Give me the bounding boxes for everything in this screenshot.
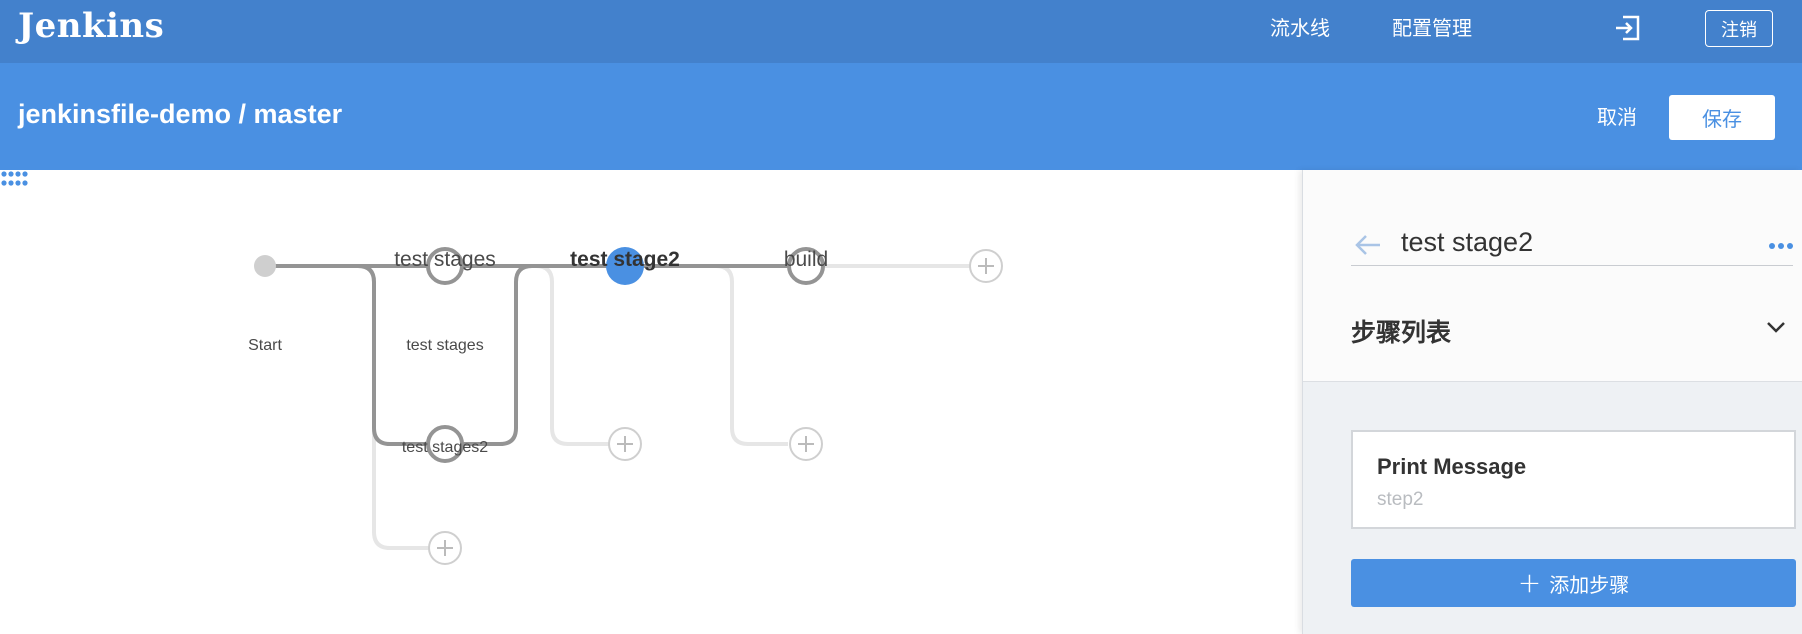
start-node bbox=[254, 255, 276, 277]
stage-name-input[interactable] bbox=[1351, 220, 1793, 266]
step-subtitle: step2 bbox=[1377, 489, 1424, 510]
node-label-test-stages2: test stages2 bbox=[401, 439, 489, 456]
add-step-label: 添加步骤 bbox=[1549, 572, 1630, 597]
step-title: Print Message bbox=[1377, 454, 1527, 479]
add-step-button[interactable]: + 添加步骤 bbox=[1351, 559, 1796, 607]
cancel-button[interactable]: 取消 bbox=[1597, 101, 1637, 130]
pipeline-graph-canvas: test stages test stage2 build Start test… bbox=[0, 170, 1302, 634]
exit-icon[interactable] bbox=[1613, 13, 1643, 43]
add-parallel-stage1-button bbox=[428, 531, 462, 565]
drag-handle-icon[interactable] bbox=[0, 170, 28, 188]
stage-title-build[interactable]: build bbox=[784, 248, 828, 272]
pipeline-graph bbox=[254, 247, 1003, 565]
stage-config-panel: 步骤列表 Print Message step2 + 添加步骤 bbox=[1302, 170, 1802, 634]
node-label-test-stages: test stages bbox=[406, 337, 484, 354]
logout-button[interactable]: 注销 bbox=[1705, 10, 1773, 47]
add-parallel-stage2-button bbox=[608, 427, 642, 461]
arrow-left-icon[interactable] bbox=[1353, 233, 1383, 257]
plus-icon: + bbox=[1517, 566, 1542, 599]
add-parallel-build-button bbox=[789, 427, 823, 461]
start-label: Start bbox=[248, 337, 282, 354]
ghost-edge-stage1-add bbox=[357, 264, 430, 550]
stage-title-test-stages[interactable]: test stages bbox=[394, 248, 496, 272]
jenkins-logo[interactable]: Jenkins bbox=[18, 6, 164, 46]
pipeline-editor-header: jenkinsfile-demo / master 取消 保存 bbox=[0, 63, 1802, 170]
chevron-down-icon[interactable] bbox=[1765, 319, 1787, 335]
ghost-edge-build-add bbox=[715, 264, 788, 446]
ghost-edge-stage2-add bbox=[535, 264, 610, 446]
steps-list-title: 步骤列表 bbox=[1351, 318, 1452, 347]
stage-config-header: 步骤列表 bbox=[1303, 170, 1802, 382]
breadcrumb: jenkinsfile-demo / master bbox=[18, 99, 343, 129]
edge-parallel-branch bbox=[357, 264, 533, 446]
stage-title-test-stage2[interactable]: test stage2 bbox=[570, 248, 680, 272]
step-card[interactable]: Print Message step2 bbox=[1351, 430, 1796, 529]
top-navbar: Jenkins 流水线 配置管理 注销 bbox=[0, 0, 1802, 63]
nav-config-management[interactable]: 配置管理 bbox=[1392, 12, 1472, 41]
more-horizontal-icon[interactable] bbox=[1768, 242, 1794, 250]
nav-pipelines[interactable]: 流水线 bbox=[1270, 12, 1330, 41]
add-stage-end-button bbox=[969, 249, 1003, 283]
save-button[interactable]: 保存 bbox=[1669, 95, 1775, 140]
